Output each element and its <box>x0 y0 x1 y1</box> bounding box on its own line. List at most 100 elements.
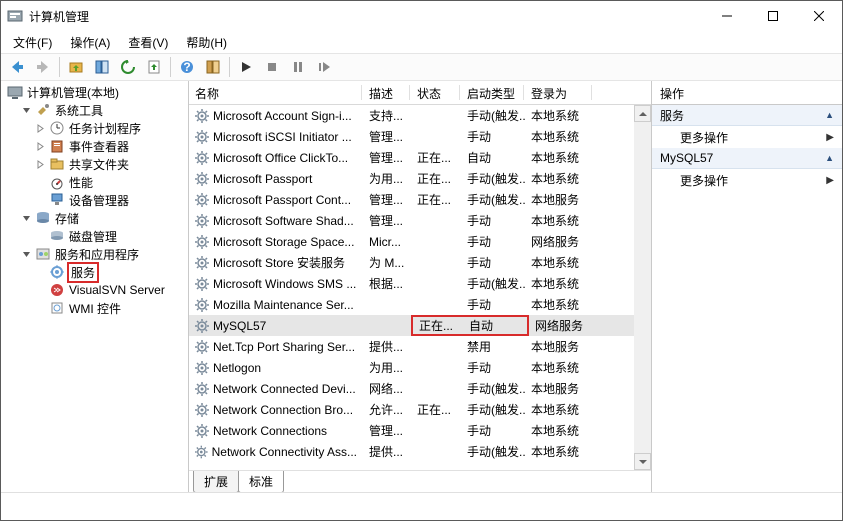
start-service-button[interactable] <box>234 55 258 79</box>
tree-item[interactable]: 设备管理器 <box>33 191 188 209</box>
tree-pane[interactable]: 计算机管理(本地) 系统工具 任务计划程序 事件查看器 共享文件夹 性能 设备管… <box>1 81 189 492</box>
show-hide-tree-button[interactable] <box>90 55 114 79</box>
service-row[interactable]: Microsoft Passport Cont... 管理... 正在...手动… <box>189 189 651 210</box>
tree-item[interactable]: 性能 <box>33 173 188 191</box>
tree-label: 服务 <box>67 262 99 283</box>
tree-item[interactable]: 事件查看器 <box>33 137 188 155</box>
cell-name: Microsoft Store 安装服务 <box>189 254 363 271</box>
column-name[interactable]: 名称 <box>189 81 363 104</box>
tab-standard[interactable]: 标准 <box>238 471 284 492</box>
menu-help[interactable]: 帮助(H) <box>178 32 235 53</box>
tab-extended[interactable]: 扩展 <box>193 471 239 492</box>
chevron-right-icon[interactable] <box>33 121 47 135</box>
service-row[interactable]: Network Connectivity Ass... 提供... 手动(触发.… <box>189 441 651 462</box>
actions-pane: 操作 服务 ▲ 更多操作 ▶ MySQL57 ▲ 更多操作 ▶ <box>652 81 842 492</box>
service-row[interactable]: MySQL57 正在...自动 网络服务 <box>189 315 651 336</box>
chevron-right-icon[interactable] <box>33 157 47 171</box>
disk-icon <box>49 228 65 244</box>
tree-item-icon <box>49 282 65 298</box>
cell-logon: 本地系统 <box>525 170 593 187</box>
cell-name: Net.Tcp Port Sharing Ser... <box>189 340 363 354</box>
action-group-selected[interactable]: MySQL57 ▲ <box>652 148 842 169</box>
menu-file[interactable]: 文件(F) <box>5 32 60 53</box>
column-logon[interactable]: 登录为 <box>525 81 593 104</box>
service-list[interactable]: Microsoft Account Sign-i... 支持... 手动(触发.… <box>189 105 651 470</box>
service-row[interactable]: Microsoft Store 安装服务 为 M... 手动 本地系统 <box>189 252 651 273</box>
cell-start: 手动 <box>461 128 525 145</box>
action-label: 更多操作 <box>680 129 728 146</box>
service-row[interactable]: Netlogon 为用... 手动 本地系统 <box>189 357 651 378</box>
forward-button[interactable] <box>31 55 55 79</box>
service-row[interactable]: Microsoft Software Shad... 管理... 手动 本地系统 <box>189 210 651 231</box>
tree-item-WMI 控件[interactable]: WMI 控件 <box>33 299 188 317</box>
cell-name: Microsoft Passport Cont... <box>189 193 363 207</box>
menu-view[interactable]: 查看(V) <box>120 32 176 53</box>
chevron-right-icon[interactable] <box>33 175 47 189</box>
tree-item[interactable]: 任务计划程序 <box>33 119 188 137</box>
cell-logon: 本地系统 <box>525 359 593 376</box>
cell-logon: 本地系统 <box>525 107 593 124</box>
cell-name: Network Connection Bro... <box>189 403 363 417</box>
chevron-right-icon[interactable] <box>33 139 47 153</box>
chevron-down-icon[interactable] <box>19 103 33 117</box>
scroll-down-button[interactable] <box>634 453 651 470</box>
tree-item-服务[interactable]: 服务 <box>33 263 188 281</box>
tree-system-tools[interactable]: 系统工具 <box>19 101 188 119</box>
tree-item[interactable]: 共享文件夹 <box>33 155 188 173</box>
action-more-2[interactable]: 更多操作 ▶ <box>652 169 842 191</box>
minimize-button[interactable] <box>704 1 750 31</box>
service-row[interactable]: Microsoft Storage Space... Micr... 手动 网络… <box>189 231 651 252</box>
tree-services-apps[interactable]: 服务和应用程序 <box>19 245 188 263</box>
tree-root-node[interactable]: 计算机管理(本地) <box>5 83 188 101</box>
cell-start: 手动(触发... <box>461 107 525 124</box>
service-row[interactable]: Microsoft Passport 为用... 正在...手动(触发... 本… <box>189 168 651 189</box>
service-row[interactable]: Microsoft Windows SMS ... 根据... 手动(触发...… <box>189 273 651 294</box>
action-group-label: 服务 <box>660 107 684 124</box>
scrollbar-track[interactable] <box>634 122 651 453</box>
tree-item[interactable]: 磁盘管理 <box>33 227 188 245</box>
menu-action[interactable]: 操作(A) <box>62 32 118 53</box>
service-row[interactable]: Network Connection Bro... 允许... 正在...手动(… <box>189 399 651 420</box>
action-group-services[interactable]: 服务 ▲ <box>652 105 842 126</box>
help-button[interactable]: ? <box>175 55 199 79</box>
up-button[interactable] <box>64 55 88 79</box>
service-row[interactable]: Microsoft Office ClickTo... 管理... 正在...自… <box>189 147 651 168</box>
tree-storage[interactable]: 存储 <box>19 209 188 227</box>
maximize-button[interactable] <box>750 1 796 31</box>
service-row[interactable]: Network Connections 管理... 手动 本地系统 <box>189 420 651 441</box>
scroll-up-button[interactable] <box>634 105 651 122</box>
column-desc[interactable]: 描述 <box>363 81 411 104</box>
tree-item-icon <box>49 138 65 154</box>
service-row[interactable]: Network Connected Devi... 网络... 手动(触发...… <box>189 378 651 399</box>
cell-desc: 管理... <box>363 212 411 229</box>
separator <box>170 57 171 77</box>
cell-logon: 本地系统 <box>525 149 593 166</box>
service-row[interactable]: Mozilla Maintenance Ser... 手动 本地系统 <box>189 294 651 315</box>
cell-start: 手动(触发... <box>461 170 525 187</box>
chevron-down-icon[interactable] <box>19 211 33 225</box>
action-more-1[interactable]: 更多操作 ▶ <box>652 126 842 148</box>
chevron-down-icon[interactable] <box>19 247 33 261</box>
chevron-right-icon[interactable] <box>33 193 47 207</box>
restart-service-button[interactable] <box>312 55 336 79</box>
pause-service-button[interactable] <box>286 55 310 79</box>
collapse-icon: ▲ <box>825 110 834 120</box>
column-start[interactable]: 启动类型 <box>461 81 525 104</box>
refresh-button[interactable] <box>116 55 140 79</box>
service-row[interactable]: Microsoft iSCSI Initiator ... 管理... 手动 本… <box>189 126 651 147</box>
tree-label: 任务计划程序 <box>67 120 143 137</box>
cell-desc: 网络... <box>363 380 411 397</box>
cell-name: Microsoft Storage Space... <box>189 235 363 249</box>
service-row[interactable]: Microsoft Account Sign-i... 支持... 手动(触发.… <box>189 105 651 126</box>
close-button[interactable] <box>796 1 842 31</box>
stop-service-button[interactable] <box>260 55 284 79</box>
cell-desc: 允许... <box>363 401 411 418</box>
service-row[interactable]: Net.Tcp Port Sharing Ser... 提供... 禁用 本地服… <box>189 336 651 357</box>
back-button[interactable] <box>5 55 29 79</box>
export-button[interactable] <box>142 55 166 79</box>
properties-button[interactable] <box>201 55 225 79</box>
tree-label: 存储 <box>53 210 81 227</box>
column-status[interactable]: 状态 <box>411 81 461 104</box>
tree-item-VisualSVN Server[interactable]: VisualSVN Server <box>33 281 188 299</box>
computer-icon <box>7 84 23 100</box>
